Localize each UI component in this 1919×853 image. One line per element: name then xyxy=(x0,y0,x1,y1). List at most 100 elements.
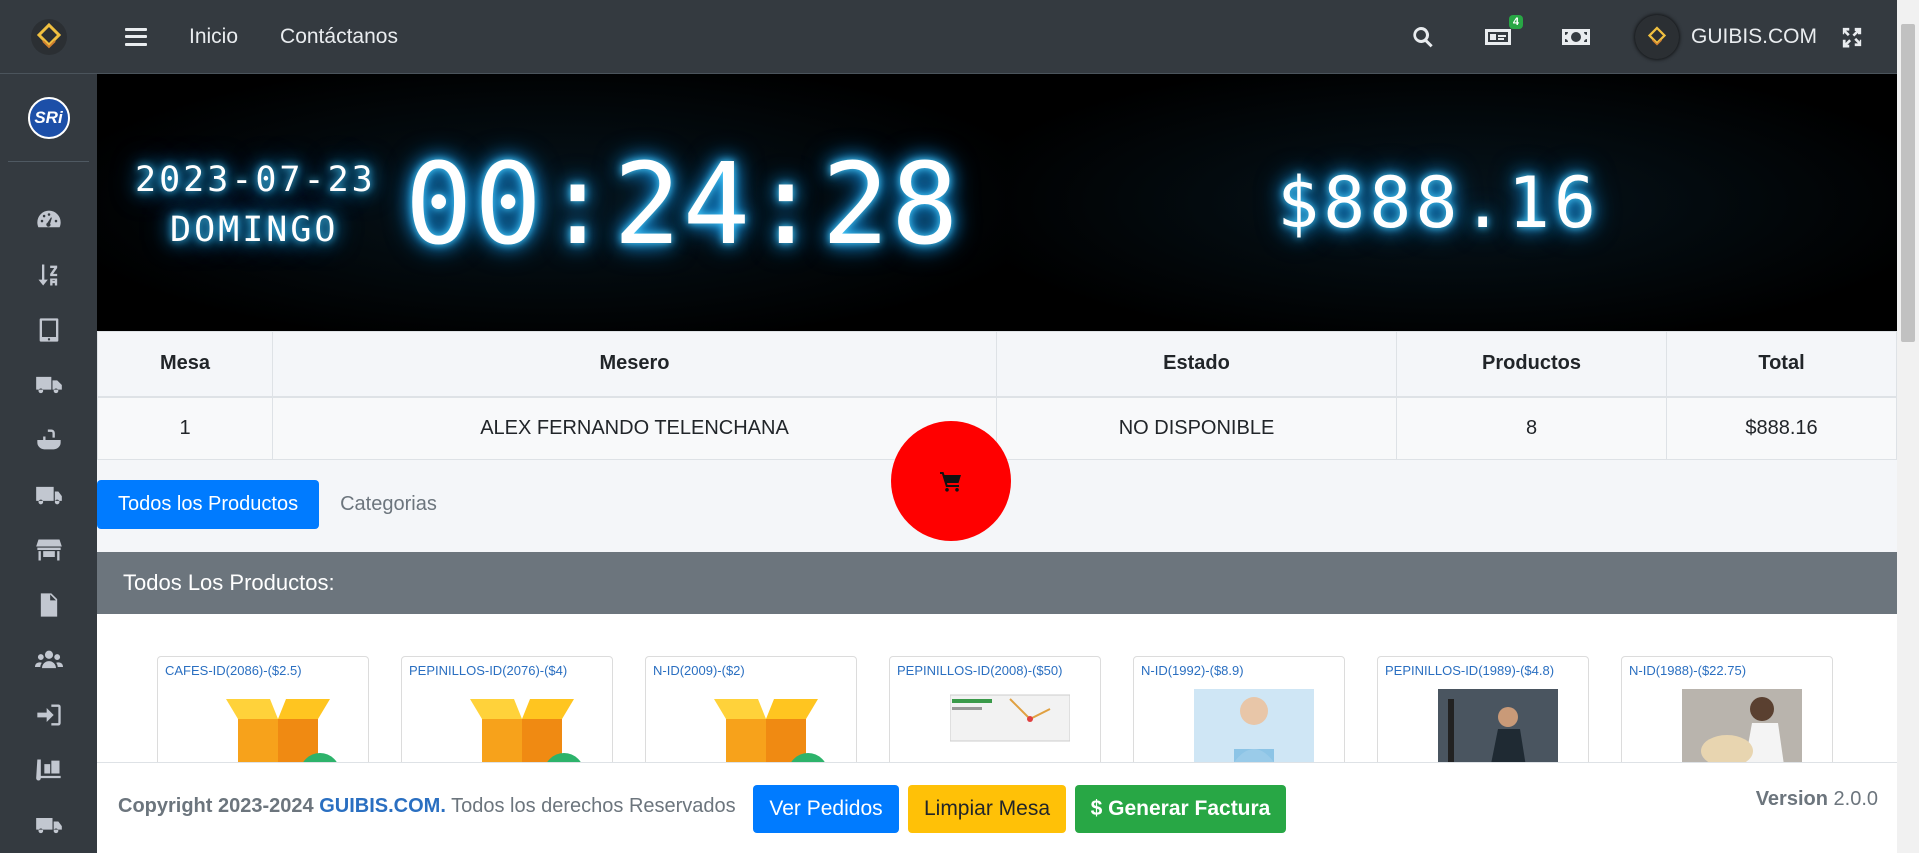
footer: Copyright 2023-2024 GUIBIS.COM. Todos lo… xyxy=(97,762,1897,853)
nav-link-inicio[interactable]: Inicio xyxy=(189,25,238,49)
fullscreen-icon[interactable] xyxy=(1841,26,1863,48)
tab-all-products[interactable]: Todos los Productos xyxy=(97,480,320,529)
avatar xyxy=(1634,15,1679,59)
total-panel: $888.16 xyxy=(1007,74,1897,331)
product-card[interactable]: N-ID(2009)-($2) xyxy=(645,656,857,762)
menu-toggle-icon[interactable] xyxy=(125,27,147,46)
sort-amount-icon xyxy=(38,264,57,285)
cart-button[interactable] xyxy=(891,421,1011,541)
sidebar-item-delivery[interactable] xyxy=(0,357,97,412)
product-card[interactable]: PEPINILLOS-ID(2076)-($4) xyxy=(401,656,613,762)
id-card-icon xyxy=(1484,29,1511,45)
sidebar-item-fleet[interactable] xyxy=(0,797,97,852)
product-card[interactable]: N-ID(1992)-($8.9) xyxy=(1133,656,1345,762)
pdf-file-icon xyxy=(40,592,57,617)
product-title: CAFES-ID(2086)-($2.5) xyxy=(165,663,302,678)
notification-badge: 4 xyxy=(1508,15,1523,29)
column-header-mesa: Mesa xyxy=(97,331,273,398)
page-scrollbar[interactable] xyxy=(1897,0,1919,853)
tablet-icon xyxy=(39,317,58,342)
sidebar-item-shipping[interactable] xyxy=(0,467,97,522)
product-title: PEPINILLOS-ID(1989)-($4.8) xyxy=(1385,663,1555,678)
copyright: Copyright 2023-2024 GUIBIS.COM. Todos lo… xyxy=(118,795,736,818)
table-header-row: Mesa Mesero Estado Productos Total xyxy=(97,331,1897,398)
sidebar-item-pdf[interactable] xyxy=(0,577,97,632)
truck-moving-icon xyxy=(35,486,62,504)
tab-categories[interactable]: Categorias xyxy=(319,480,458,529)
sidebar-item-dolly[interactable] xyxy=(0,742,97,797)
cell-estado: NO DISPONIBLE xyxy=(996,396,1397,460)
current-day: DOMINGO xyxy=(170,210,339,250)
dolly-icon xyxy=(35,759,61,780)
copyright-prefix: Copyright 2023-2024 xyxy=(118,795,314,817)
box-icon xyxy=(714,699,825,762)
version-value: 2.0.0 xyxy=(1833,788,1878,810)
column-header-estado: Estado xyxy=(996,331,1397,398)
column-header-total: Total xyxy=(1666,331,1897,398)
gym-photo xyxy=(1438,689,1558,762)
shipping-icon xyxy=(35,817,62,833)
brand-link[interactable]: GUIBIS.COM. xyxy=(319,795,446,817)
products-header: Todos Los Productos: xyxy=(97,552,1897,614)
sidebar-item-dashboard[interactable] xyxy=(0,192,97,247)
users-icon xyxy=(34,650,63,668)
product-title: N-ID(1992)-($8.9) xyxy=(1141,663,1244,678)
money-bill-icon[interactable] xyxy=(1561,26,1591,48)
view-orders-button[interactable]: Ver Pedidos xyxy=(753,785,899,833)
sidebar: SRi xyxy=(0,0,97,853)
brand-logo-icon xyxy=(1647,26,1667,46)
version-info: Version 2.0.0 xyxy=(1756,788,1878,811)
vet-photo xyxy=(1682,689,1802,762)
product-card[interactable]: N-ID(1988)-($22.75) xyxy=(1621,656,1833,762)
clear-table-button[interactable]: Limpiar Mesa xyxy=(908,785,1066,833)
current-time: 00:24:28 xyxy=(405,140,961,270)
user-name: GUIBIS.COM xyxy=(1690,25,1817,48)
store-icon xyxy=(35,539,62,560)
search-icon[interactable] xyxy=(1411,25,1435,49)
scrollbar-thumb[interactable] xyxy=(1901,24,1915,342)
rights-text: Todos los derechos Reservados xyxy=(451,795,736,817)
product-card[interactable]: CAFES-ID(2086)-($2.5) xyxy=(157,656,369,762)
cell-total: $888.16 xyxy=(1666,396,1897,460)
shopping-cart-icon xyxy=(940,472,961,492)
sidebar-menu xyxy=(0,192,97,852)
sidebar-item-tablet[interactable] xyxy=(0,302,97,357)
cell-productos: 8 xyxy=(1396,396,1667,460)
table-info: Mesa Mesero Estado Productos Total 1 ALE… xyxy=(97,331,1897,460)
sidebar-item-login[interactable] xyxy=(0,687,97,742)
product-card[interactable]: PEPINILLOS-ID(2008)-($50) xyxy=(889,656,1101,762)
product-title: PEPINILLOS-ID(2076)-($4) xyxy=(409,663,568,678)
product-title: N-ID(1988)-($22.75) xyxy=(1629,663,1747,678)
notifications-button[interactable]: 4 xyxy=(1483,15,1523,49)
version-label: Version xyxy=(1755,788,1828,810)
tachometer-icon xyxy=(36,210,61,227)
product-card[interactable]: PEPINILLOS-ID(1989)-($4.8) xyxy=(1377,656,1589,762)
generate-invoice-button[interactable]: $ Generar Factura xyxy=(1075,785,1286,833)
cell-mesa: 1 xyxy=(97,396,273,460)
nav-link-contactanos[interactable]: Contáctanos xyxy=(280,25,398,49)
product-tabs: Todos los Productos Categorias xyxy=(97,480,458,529)
sink-icon xyxy=(36,429,61,449)
clock-panel: 2023-07-23 DOMINGO 00:24:28 xyxy=(97,74,1007,331)
doctor-photo xyxy=(1194,689,1314,762)
column-header-mesero: Mesero xyxy=(272,331,997,398)
sidebar-item-store[interactable] xyxy=(0,522,97,577)
product-title: N-ID(2009)-($2) xyxy=(653,663,745,678)
user-menu[interactable]: GUIBIS.COM xyxy=(1634,15,1817,59)
total-amount: $888.16 xyxy=(1277,162,1601,244)
column-header-productos: Productos xyxy=(1396,331,1667,398)
product-title: PEPINILLOS-ID(2008)-($50) xyxy=(897,663,1063,678)
products-grid: CAFES-ID(2086)-($2.5) PEPINILLOS-ID(2076… xyxy=(97,614,1897,762)
navbar-right: 4 GUIBIS.COM xyxy=(1387,0,1897,74)
sri-badge: SRi xyxy=(27,96,70,139)
sri-item[interactable]: SRi xyxy=(8,74,89,162)
sign-in-icon xyxy=(36,704,61,725)
sidebar-item-sink[interactable] xyxy=(0,412,97,467)
brand-logo[interactable] xyxy=(0,0,97,74)
sidebar-item-sort[interactable] xyxy=(0,247,97,302)
current-date: 2023-07-23 xyxy=(135,160,376,200)
brand-logo-icon xyxy=(30,18,67,55)
sidebar-item-users[interactable] xyxy=(0,632,97,687)
map-screenshot xyxy=(950,694,1070,742)
box-icon xyxy=(470,699,581,762)
